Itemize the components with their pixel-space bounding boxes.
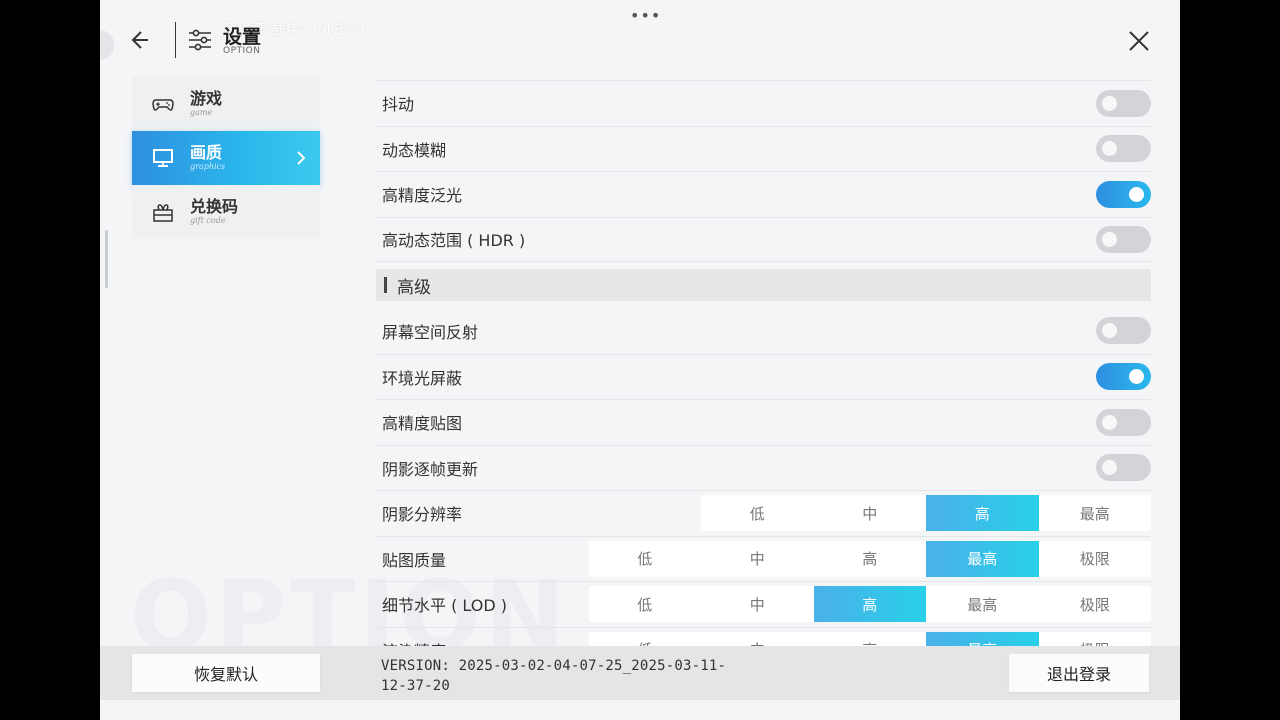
bloom-toggle[interactable]: [1096, 180, 1151, 208]
setting-label: 高动态范围 ( HDR ): [382, 231, 526, 251]
setting-label: 屏幕空间反射: [382, 322, 479, 342]
settings-list[interactable]: 抖动 动态模糊 高精度泛光 高动态范围 ( HDR ) 高级 屏幕空间反射 环境…: [376, 80, 1151, 646]
reset-defaults-button[interactable]: 恢复默认: [132, 654, 320, 692]
toggle-knob: [1102, 141, 1117, 157]
sidebar-item-gift-code[interactable]: 兑换码 gift code: [132, 185, 320, 239]
setting-label: 细节水平 ( LOD ): [382, 596, 508, 616]
shadow-per-frame-toggle[interactable]: [1096, 454, 1151, 482]
setting-row-texture-quality: 贴图质量 低中高最高 极限: [376, 535, 1152, 582]
back-button[interactable]: [126, 26, 154, 54]
header-divider: [175, 22, 176, 58]
section-title: 高级: [397, 277, 431, 298]
toggle-knob: [1102, 460, 1117, 476]
sidebar-item-sublabel: game: [190, 108, 213, 117]
setting-row-shadow-per-frame: 阴影逐帧更新: [376, 444, 1151, 491]
sidebar-item-game[interactable]: 游戏 game: [132, 77, 320, 131]
logout-button[interactable]: 退出登录: [1009, 654, 1149, 692]
ssr-toggle[interactable]: [1096, 317, 1151, 345]
setting-label: 高精度贴图: [382, 414, 463, 434]
ao-toggle[interactable]: [1096, 363, 1151, 391]
motion-blur-toggle[interactable]: [1096, 135, 1151, 163]
setting-label: 环境光屏蔽: [382, 368, 463, 388]
hdr-toggle[interactable]: [1096, 225, 1151, 253]
segment-option[interactable]: 极限: [1039, 541, 1152, 577]
setting-row-lod: 细节水平 ( LOD ) 低中高最高 极限: [376, 581, 1151, 627]
lod-selector[interactable]: 低中高最高 极限: [588, 586, 1152, 623]
segment-option[interactable]: 高: [814, 632, 927, 646]
sidebar-item-label: 画质: [190, 143, 223, 162]
setting-row-hq-texture: 高精度贴图: [376, 399, 1151, 445]
segment-option[interactable]: 高: [813, 586, 926, 623]
more-dots[interactable]: •••: [630, 6, 661, 25]
segment-option[interactable]: 中: [701, 586, 814, 622]
arrow-left-icon: [131, 31, 148, 49]
segment-option[interactable]: 高: [926, 495, 1039, 532]
footer-bar: 恢复默认 VERSION: 2025-03-02-04-07-25_2025-0…: [100, 646, 1180, 700]
gamepad-icon: [152, 99, 174, 111]
setting-row-hdr: 高动态范围 ( HDR ): [376, 216, 1151, 262]
setting-label: 阴影分辨率: [382, 505, 463, 525]
segment-option[interactable]: 极限: [1039, 586, 1152, 622]
version-text: VERSION: 2025-03-02-04-07-25_2025-03-11-…: [381, 658, 727, 694]
toggle-knob: [1102, 414, 1117, 430]
setting-row-ao: 环境光屏蔽: [376, 353, 1151, 400]
setting-row-dither: 抖动: [376, 80, 1151, 126]
left-edge-handle: [100, 30, 114, 60]
setting-label: 贴图质量: [382, 550, 447, 570]
sidebar: 游戏 game 画质 graphics 兑换码 gift code: [132, 77, 320, 239]
chevron-right-icon: [297, 151, 306, 165]
sidebar-item-label: 游戏: [190, 89, 223, 108]
setting-label: 动态模糊: [382, 140, 447, 160]
setting-label: 高精度泛光: [382, 186, 463, 206]
section-bar: [384, 277, 387, 293]
segment-option[interactable]: 低: [589, 632, 702, 646]
close-icon: [1129, 31, 1149, 51]
setting-label: 阴影逐帧更新: [382, 459, 479, 479]
toggle-knob: [1129, 186, 1144, 202]
segment-option[interactable]: 低: [589, 541, 702, 577]
shadow-resolution-selector[interactable]: 低中高最高: [701, 495, 1152, 532]
toggle-knob: [1102, 323, 1117, 339]
setting-row-bloom: 高精度泛光: [376, 171, 1151, 217]
setting-label: 渲染精度: [382, 638, 446, 646]
setting-label: 抖动: [382, 95, 415, 115]
sidebar-item-label: 兑换码: [190, 197, 239, 216]
sidebar-item-sublabel: graphics: [190, 162, 226, 171]
dither-toggle[interactable]: [1096, 89, 1151, 117]
setting-row-ssr: 屏幕空间反射: [376, 308, 1151, 354]
sidebar-scrollbar[interactable]: [105, 230, 108, 288]
segment-option[interactable]: 最高: [926, 540, 1039, 577]
monitor-icon: [153, 149, 173, 167]
sidebar-item-sublabel: gift code: [190, 216, 226, 225]
toggle-knob: [1129, 369, 1144, 385]
toggle-knob: [1102, 231, 1117, 247]
segment-option[interactable]: 极限: [1039, 632, 1152, 646]
segment-option[interactable]: 低: [701, 495, 814, 531]
setting-row-render-precision: 渲染精度 低中高最高极限: [376, 626, 1152, 646]
segment-option[interactable]: 高: [814, 541, 927, 577]
segment-option[interactable]: 中: [814, 495, 927, 531]
segment-option[interactable]: 最高: [926, 586, 1039, 622]
segment-option[interactable]: 最高: [1039, 495, 1152, 531]
texture-quality-selector[interactable]: 低中高最高 极限: [588, 540, 1152, 577]
segment-option[interactable]: 最高: [926, 631, 1039, 646]
setting-row-motion-blur: 动态模糊: [376, 125, 1151, 172]
sliders-icon: [189, 29, 211, 51]
gift-icon: [153, 204, 173, 222]
hq-texture-toggle[interactable]: [1096, 408, 1151, 436]
page-title: 设置: [223, 26, 262, 48]
segment-option[interactable]: 低: [589, 586, 702, 622]
toggle-knob: [1102, 95, 1117, 111]
segment-option[interactable]: 中: [701, 541, 814, 577]
render-precision-selector[interactable]: 低中高最高极限: [588, 631, 1152, 646]
section-header-advanced: 高级: [376, 269, 1151, 301]
sidebar-item-graphics[interactable]: 画质 graphics: [132, 131, 320, 185]
setting-row-shadow-resolution: 阴影分辨率 低中高最高: [376, 490, 1151, 536]
settings-panel: OPTION ••• 资源下载中···(18%) 设置 OPTION 游戏 ga…: [100, 0, 1180, 720]
close-button[interactable]: [1126, 28, 1152, 54]
segment-option[interactable]: 中: [701, 632, 814, 646]
page-subtitle: OPTION: [223, 46, 261, 56]
